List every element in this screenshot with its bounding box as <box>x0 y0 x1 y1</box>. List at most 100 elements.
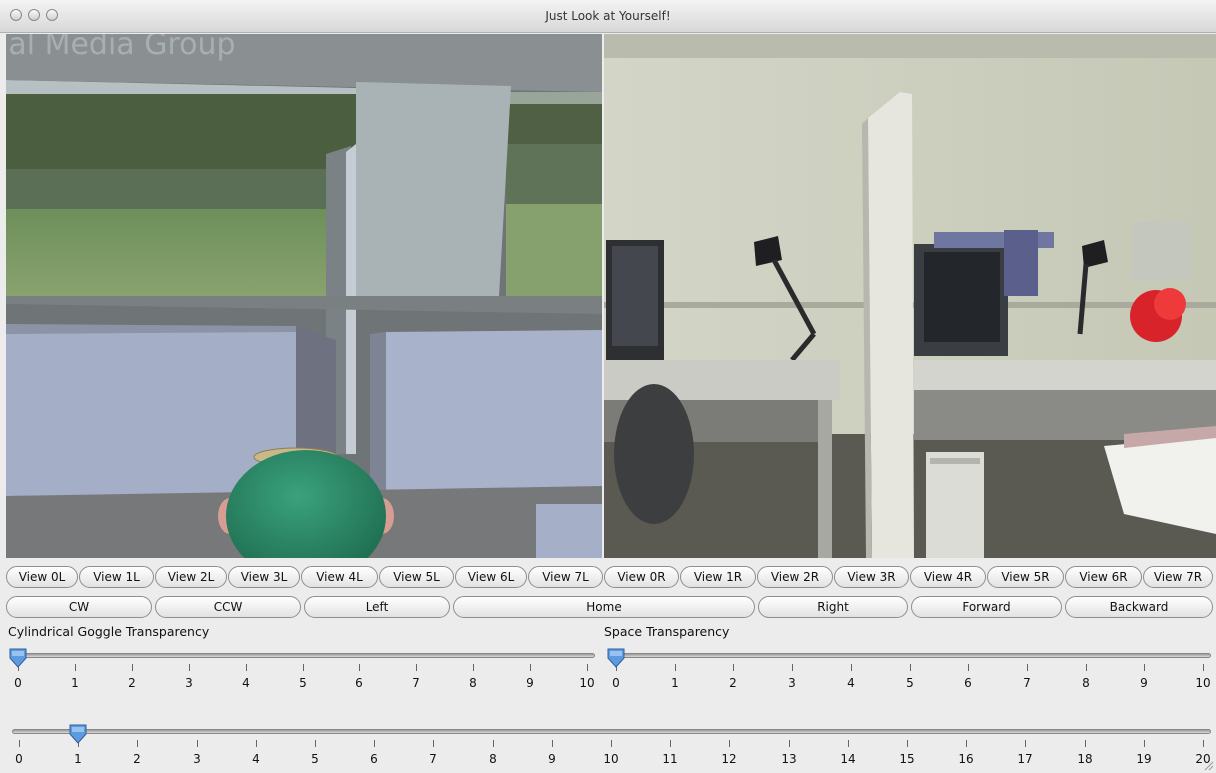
goggle-slider-tick <box>530 664 531 671</box>
bottom-slider-tick <box>1203 740 1204 747</box>
goggle-slider-tick-label: 8 <box>469 676 477 690</box>
window-title: Just Look at Yourself! <box>545 9 671 23</box>
goggle-transparency-label: Cylindrical Goggle Transparency <box>8 624 210 639</box>
bottom-slider-tick-label: 4 <box>252 752 260 766</box>
view-1l-button[interactable]: View 1L <box>79 566 154 588</box>
bottom-slider-tick <box>907 740 908 747</box>
virtual-scene-view[interactable]: ial Media Group <box>6 34 602 558</box>
goggle-slider-tick <box>359 664 360 671</box>
space-slider-track[interactable] <box>608 653 1211 658</box>
view-6l-button[interactable]: View 6L <box>455 566 527 588</box>
space-slider-thumb[interactable] <box>607 648 625 668</box>
bottom-slider-tick <box>197 740 198 747</box>
view-7r-button[interactable]: View 7R <box>1143 566 1213 588</box>
goggle-slider-thumb[interactable] <box>9 648 27 668</box>
resize-grip-icon[interactable] <box>1202 759 1214 771</box>
bottom-slider-tick <box>374 740 375 747</box>
bottom-slider-tick <box>848 740 849 747</box>
rotate-ccw-button[interactable]: CCW <box>155 596 301 618</box>
space-slider-tick <box>851 664 852 671</box>
space-slider-tick-label: 8 <box>1082 676 1090 690</box>
bottom-slider-tick <box>729 740 730 747</box>
move-backward-button[interactable]: Backward <box>1065 596 1213 618</box>
bottom-slider-tick-label: 0 <box>15 752 23 766</box>
goggle-slider-tick-label: 4 <box>242 676 250 690</box>
bottom-slider-tick-label: 6 <box>370 752 378 766</box>
view-3l-button[interactable]: View 3L <box>228 566 300 588</box>
bottom-slider-tick <box>966 740 967 747</box>
view-2r-button[interactable]: View 2R <box>757 566 833 588</box>
view-3r-button[interactable]: View 3R <box>834 566 909 588</box>
bottom-slider-tick <box>137 740 138 747</box>
space-slider-tick-label: 10 <box>1195 676 1211 690</box>
goggle-slider-tick-label: 5 <box>299 676 307 690</box>
bottom-slider-tick <box>1085 740 1086 747</box>
view-4l-button[interactable]: View 4L <box>301 566 378 588</box>
bottom-slider-tick-label: 3 <box>193 752 201 766</box>
space-slider-tick-label: 2 <box>729 676 737 690</box>
space-slider-tick-label: 7 <box>1023 676 1031 690</box>
space-slider-tick <box>910 664 911 671</box>
goggle-slider-tick <box>189 664 190 671</box>
view-0r-button[interactable]: View 0R <box>604 566 679 588</box>
bottom-slider-tick <box>315 740 316 747</box>
space-slider-tick-label: 9 <box>1140 676 1148 690</box>
bottom-slider-tick-label: 16 <box>958 752 974 766</box>
goggle-slider-tick <box>416 664 417 671</box>
bottom-slider-tick-label: 19 <box>1136 752 1152 766</box>
goggle-slider-tick <box>75 664 76 671</box>
view-0l-button[interactable]: View 0L <box>6 566 78 588</box>
bottom-slider-tick <box>493 740 494 747</box>
goggle-slider-tick-label: 9 <box>526 676 534 690</box>
bottom-slider-tick-label: 13 <box>781 752 797 766</box>
view-2l-button[interactable]: View 2L <box>155 566 227 588</box>
bottom-slider-tick <box>789 740 790 747</box>
goggle-slider-tick-label: 0 <box>14 676 22 690</box>
goggle-slider-tick-label: 6 <box>355 676 363 690</box>
goggle-slider-tick-label: 1 <box>71 676 79 690</box>
camera-feed-view[interactable] <box>604 34 1216 558</box>
goggle-slider-tick <box>473 664 474 671</box>
bottom-slider-tick-label: 12 <box>721 752 737 766</box>
bottom-slider-tick-label: 8 <box>489 752 497 766</box>
space-slider-tick-label: 3 <box>788 676 796 690</box>
space-slider-tick <box>1203 664 1204 671</box>
goggle-slider-track[interactable] <box>12 653 595 658</box>
bottom-slider-tick-label: 10 <box>603 752 619 766</box>
goggle-slider-tick <box>303 664 304 671</box>
goggle-slider-tick-label: 3 <box>185 676 193 690</box>
view-5r-button[interactable]: View 5R <box>987 566 1064 588</box>
space-slider-tick-label: 4 <box>847 676 855 690</box>
goggle-slider-tick-label: 10 <box>579 676 595 690</box>
bottom-slider-tick-label: 1 <box>74 752 82 766</box>
bottom-slider-thumb[interactable] <box>69 724 87 744</box>
goggle-slider-tick <box>246 664 247 671</box>
view-7l-button[interactable]: View 7L <box>528 566 603 588</box>
move-left-button[interactable]: Left <box>304 596 450 618</box>
view-6r-button[interactable]: View 6R <box>1065 566 1142 588</box>
bottom-slider-tick <box>1025 740 1026 747</box>
space-slider-tick-label: 0 <box>612 676 620 690</box>
move-forward-button[interactable]: Forward <box>911 596 1062 618</box>
rotate-cw-button[interactable]: CW <box>6 596 152 618</box>
bottom-slider-tick-label: 17 <box>1017 752 1033 766</box>
view-5l-button[interactable]: View 5L <box>379 566 454 588</box>
home-button[interactable]: Home <box>453 596 755 618</box>
goggle-slider-tick-label: 2 <box>128 676 136 690</box>
bottom-slider-tick <box>670 740 671 747</box>
bottom-slider-tick-label: 18 <box>1077 752 1093 766</box>
bottom-slider-tick-label: 9 <box>548 752 556 766</box>
view-1r-button[interactable]: View 1R <box>680 566 756 588</box>
bottom-slider-tick-label: 5 <box>311 752 319 766</box>
view-4r-button[interactable]: View 4R <box>910 566 986 588</box>
space-slider-tick <box>675 664 676 671</box>
space-transparency-label: Space Transparency <box>604 624 730 639</box>
goggle-slider-tick <box>132 664 133 671</box>
bottom-slider-tick-label: 11 <box>662 752 678 766</box>
title-bar: Just Look at Yourself! <box>0 0 1216 33</box>
bottom-slider-tick <box>611 740 612 747</box>
bottom-slider-track[interactable] <box>12 729 1211 734</box>
move-right-button[interactable]: Right <box>758 596 908 618</box>
bottom-slider-tick-label: 14 <box>840 752 856 766</box>
bottom-slider-tick-label: 15 <box>899 752 915 766</box>
